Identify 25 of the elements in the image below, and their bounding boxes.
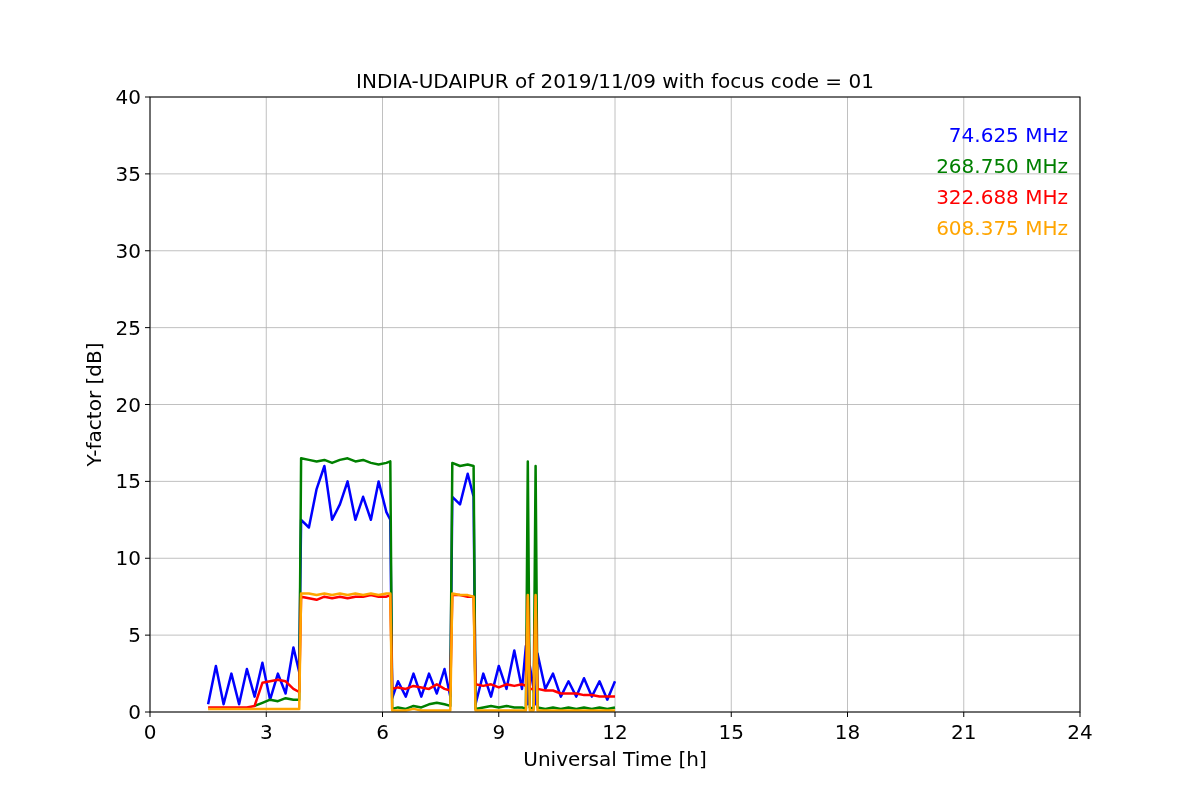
tick-label: 25 xyxy=(115,315,141,340)
tick-label: 35 xyxy=(115,161,141,186)
x-axis-label: Universal Time [h] xyxy=(523,747,707,771)
tick-label: 21 xyxy=(951,720,977,744)
tick-label: 12 xyxy=(602,720,628,744)
tick-label: 9 xyxy=(492,720,506,744)
legend-label: 322.688 MHz xyxy=(936,185,1068,209)
tick-label: 24 xyxy=(1067,720,1093,744)
tick-label: 3 xyxy=(259,720,273,744)
tick-label: 40 xyxy=(115,85,141,109)
tick-label: 0 xyxy=(128,700,141,724)
y-axis-label: Y-factor [dB] xyxy=(82,342,106,467)
legend-label: 608.375 MHz xyxy=(936,216,1068,240)
tick-label: 15 xyxy=(115,469,141,494)
legend-label: 268.750 MHz xyxy=(936,154,1068,178)
tick-label: 30 xyxy=(115,238,141,263)
legend-label: 74.625 MHz xyxy=(948,123,1068,147)
tick-label: 20 xyxy=(115,392,141,417)
tick-label: 15 xyxy=(718,720,744,744)
tick-label: 6 xyxy=(376,720,389,744)
tick-label: 5 xyxy=(128,623,141,648)
chart-title: INDIA-UDAIPUR of 2019/11/09 with focus code = 01 xyxy=(356,69,874,93)
tick-label: 18 xyxy=(834,720,861,744)
tick-label: 10 xyxy=(115,546,141,571)
tick-label: 0 xyxy=(143,720,157,744)
